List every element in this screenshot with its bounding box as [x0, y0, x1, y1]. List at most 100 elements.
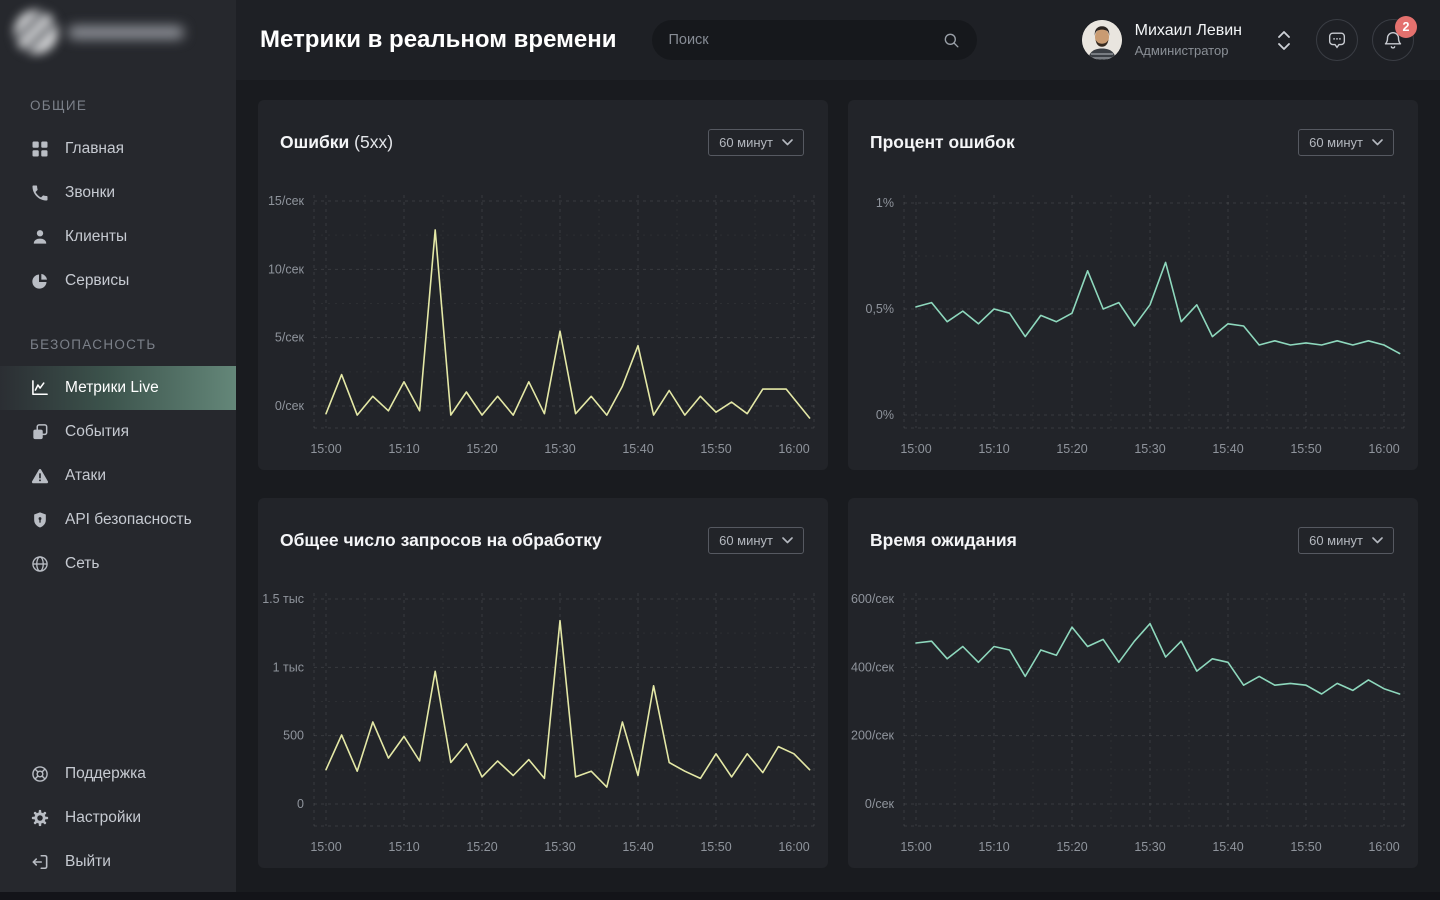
chevron-down-icon	[1372, 139, 1383, 146]
sidebar-item-services[interactable]: Сервисы	[0, 259, 236, 303]
total-requests-chart: 1.5 тыс1 тыс500015:0015:1015:2015:3015:4…	[258, 583, 828, 868]
svg-text:15:00: 15:00	[900, 840, 931, 854]
profile-expander[interactable]	[1278, 31, 1290, 50]
svg-text:15:00: 15:00	[310, 840, 341, 854]
user-icon	[30, 227, 50, 247]
sidebar-item-events[interactable]: События	[0, 410, 236, 454]
notification-badge: 2	[1395, 16, 1417, 38]
sidebar-item-label: Сервисы	[65, 272, 129, 290]
pie-icon	[30, 271, 50, 291]
chart-line-icon	[30, 378, 50, 398]
svg-text:15:20: 15:20	[466, 840, 497, 854]
sidebar-item-settings[interactable]: Настройки	[0, 796, 236, 840]
time-range-select[interactable]: 60 минут	[708, 129, 804, 156]
user-meta: Михаил Левин Администратор	[1135, 22, 1242, 58]
svg-text:15:40: 15:40	[622, 442, 653, 456]
sidebar-item-label: Главная	[65, 140, 124, 158]
avatar	[1082, 20, 1122, 60]
messages-button[interactable]	[1316, 19, 1358, 61]
svg-text:15:00: 15:00	[310, 442, 341, 456]
svg-text:15:30: 15:30	[1134, 442, 1165, 456]
user-name: Михаил Левин	[1135, 22, 1242, 40]
sidebar-item-clients[interactable]: Клиенты	[0, 215, 236, 259]
time-range-select[interactable]: 60 минут	[708, 527, 804, 554]
svg-text:15:20: 15:20	[466, 442, 497, 456]
sidebar-item-network[interactable]: Сеть	[0, 542, 236, 586]
gear-icon	[30, 808, 50, 828]
time-range-select[interactable]: 60 минут	[1298, 527, 1394, 554]
page-title: Метрики в реальном времени	[260, 26, 616, 54]
sidebar-item-support[interactable]: Поддержка	[0, 752, 236, 796]
sidebar-item-attacks[interactable]: Атаки	[0, 454, 236, 498]
time-range-select[interactable]: 60 минут	[1298, 129, 1394, 156]
sidebar-item-label: Сеть	[65, 555, 99, 573]
main-area: Метрики в реальном времени	[236, 0, 1440, 900]
panel-title: Время ожидания	[870, 530, 1017, 551]
svg-text:15:40: 15:40	[1212, 840, 1243, 854]
chevron-down-icon	[782, 139, 793, 146]
svg-text:400/сек: 400/сек	[851, 660, 895, 674]
panel-error-rate: Процент ошибок 60 минут 1%0,5%0%15:0015:…	[848, 100, 1418, 470]
svg-text:16:00: 16:00	[1368, 442, 1399, 456]
sidebar-item-calls[interactable]: Звонки	[0, 171, 236, 215]
svg-text:0/сек: 0/сек	[275, 399, 305, 413]
svg-text:15:40: 15:40	[1212, 442, 1243, 456]
svg-text:15:10: 15:10	[388, 442, 419, 456]
svg-text:15:40: 15:40	[622, 840, 653, 854]
panel-title: Процент ошибок	[870, 132, 1015, 153]
sidebar-item-label: Выйти	[65, 853, 111, 871]
errors-5xx-chart: 15/сек10/сек5/сек0/сек15:0015:1015:2015:…	[258, 185, 828, 470]
logo-wordmark	[68, 26, 184, 39]
sidebar-item-label: Атаки	[65, 467, 106, 485]
user-role: Администратор	[1135, 43, 1242, 58]
svg-text:15:50: 15:50	[700, 442, 731, 456]
svg-text:1 тыс: 1 тыс	[273, 660, 304, 674]
lifebuoy-icon	[30, 764, 50, 784]
globe-icon	[30, 554, 50, 574]
chat-bubble-icon	[1326, 29, 1348, 51]
svg-text:15/сек: 15/сек	[268, 194, 305, 208]
sidebar-item-label: Звонки	[65, 184, 115, 202]
header-right: Михаил Левин Администратор 2	[1082, 19, 1414, 61]
sidebar-item-home[interactable]: Главная	[0, 127, 236, 171]
logout-icon	[30, 852, 50, 872]
search-input[interactable]	[668, 32, 932, 48]
svg-text:600/сек: 600/сек	[851, 592, 895, 606]
chevron-down-icon	[1372, 537, 1383, 544]
phone-icon	[30, 183, 50, 203]
sidebar-item-label: События	[65, 423, 129, 441]
sidebar-footer: Поддержка Настройки Выйти	[0, 752, 236, 900]
panel-title: Общее число запросов на обработку	[280, 530, 602, 551]
app-logo	[0, 0, 236, 64]
sidebar-item-metrics-live[interactable]: Метрики Live	[0, 366, 236, 410]
sidebar-item-label: Клиенты	[65, 228, 127, 246]
notifications-button[interactable]: 2	[1372, 19, 1414, 61]
grid-icon	[30, 139, 50, 159]
user-profile[interactable]: Михаил Левин Администратор	[1082, 20, 1242, 60]
search-icon[interactable]	[942, 31, 961, 50]
svg-text:15:50: 15:50	[1290, 442, 1321, 456]
svg-text:15:10: 15:10	[388, 840, 419, 854]
sidebar-item-api-security[interactable]: API безопасность	[0, 498, 236, 542]
svg-text:16:00: 16:00	[778, 840, 809, 854]
svg-text:16:00: 16:00	[778, 442, 809, 456]
sidebar: ОБЩИЕ Главная Звонки Клиенты Сервисы БЕЗ…	[0, 0, 236, 900]
panel-wait-time: Время ожидания 60 минут 600/сек 400/сек 20…	[848, 498, 1418, 868]
sidebar-section-general: ОБЩИЕ	[0, 98, 236, 113]
svg-text:0%: 0%	[876, 408, 894, 422]
sidebar-item-label: Настройки	[65, 809, 141, 827]
svg-text:15:20: 15:20	[1056, 840, 1087, 854]
chevron-down-icon	[1278, 43, 1290, 50]
alert-triangle-icon	[30, 466, 50, 486]
sidebar-item-logout[interactable]: Выйти	[0, 840, 236, 884]
panel-total-requests: Общее число запросов на обработку 60 мин…	[258, 498, 828, 868]
svg-text:1%: 1%	[876, 196, 894, 210]
svg-text:5/сек: 5/сек	[275, 331, 305, 345]
svg-text:200/сек: 200/сек	[851, 729, 895, 743]
search-bar[interactable]	[652, 20, 977, 60]
sidebar-item-label: Метрики Live	[65, 379, 159, 397]
dashboard-grid: Ошибки (5xx) 60 минут 15/сек10/сек5/сек0…	[236, 80, 1440, 868]
sidebar-section-security: БЕЗОПАСНОСТЬ	[0, 337, 236, 352]
panel-title: Ошибки (5xx)	[280, 132, 393, 153]
svg-text:15:10: 15:10	[978, 840, 1009, 854]
